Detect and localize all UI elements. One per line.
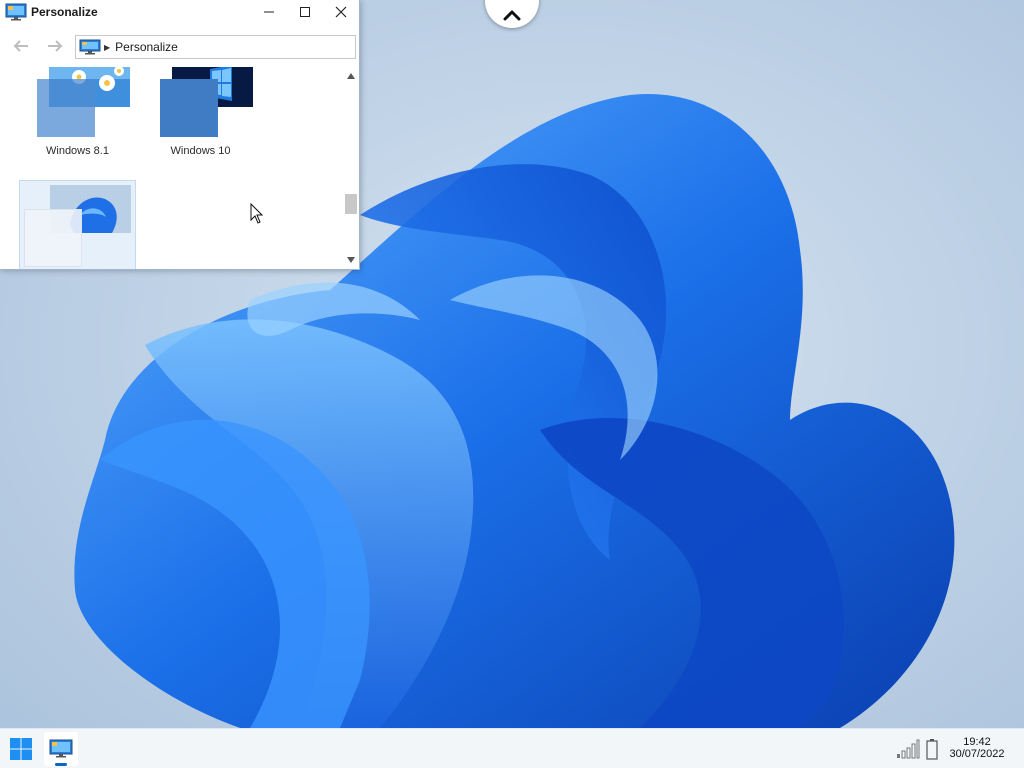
breadcrumb-personalize[interactable]: Personalize bbox=[115, 40, 178, 54]
maximize-button[interactable] bbox=[287, 0, 323, 25]
title-bar[interactable]: Personalize bbox=[0, 0, 359, 25]
chevron-up-icon bbox=[503, 10, 521, 21]
clock-date: 30/07/2022 bbox=[949, 748, 1005, 760]
personalize-window: Personalize ▶ Personalize Windows 8.1 Wi… bbox=[0, 0, 360, 270]
forward-arrow-icon bbox=[48, 40, 63, 52]
windows-start-icon bbox=[10, 738, 32, 760]
personalize-monitor-icon bbox=[49, 739, 73, 758]
close-icon bbox=[335, 6, 347, 18]
personalize-monitor-icon bbox=[5, 3, 27, 21]
theme-label: Windows 8.1 bbox=[46, 145, 109, 157]
scroll-thumb[interactable] bbox=[345, 194, 357, 214]
scroll-up-arrow-icon[interactable] bbox=[346, 71, 356, 81]
scroll-down-arrow-icon[interactable] bbox=[346, 255, 356, 265]
theme-color-swatch bbox=[160, 79, 218, 137]
forward-button[interactable] bbox=[44, 35, 66, 57]
theme-label: Windows 10 bbox=[170, 145, 231, 157]
window-title: Personalize bbox=[31, 5, 98, 19]
clock-time: 19:42 bbox=[963, 736, 991, 748]
signal-icon[interactable] bbox=[896, 739, 920, 759]
vertical-scrollbar[interactable] bbox=[343, 67, 359, 269]
running-indicator bbox=[55, 763, 67, 766]
minimize-button[interactable] bbox=[251, 0, 287, 25]
battery-icon[interactable] bbox=[926, 738, 938, 760]
breadcrumb-separator-icon[interactable]: ▶ bbox=[104, 43, 110, 52]
address-monitor-icon bbox=[79, 39, 101, 55]
maximize-icon bbox=[300, 7, 310, 17]
back-button[interactable] bbox=[10, 35, 32, 57]
mouse-pointer-icon bbox=[250, 203, 264, 224]
theme-tile-windows-8-1[interactable]: Windows 8.1 bbox=[19, 67, 136, 174]
theme-list: Windows 8.1 Windows 10 bbox=[7, 67, 334, 269]
theme-color-swatch bbox=[24, 209, 82, 267]
close-button[interactable] bbox=[323, 0, 359, 25]
taskbar-personalize-button[interactable] bbox=[44, 732, 78, 766]
minimize-icon bbox=[264, 11, 274, 13]
theme-tile-windows-11[interactable] bbox=[19, 180, 136, 269]
back-arrow-icon bbox=[13, 40, 28, 52]
address-bar[interactable]: ▶ Personalize bbox=[75, 35, 356, 59]
theme-tile-windows-10[interactable]: Windows 10 bbox=[142, 67, 259, 174]
start-button[interactable] bbox=[6, 734, 36, 764]
theme-color-swatch bbox=[37, 79, 95, 137]
taskbar: 19:42 30/07/2022 bbox=[0, 728, 1024, 768]
system-clock[interactable]: 19:42 30/07/2022 bbox=[944, 736, 1010, 760]
